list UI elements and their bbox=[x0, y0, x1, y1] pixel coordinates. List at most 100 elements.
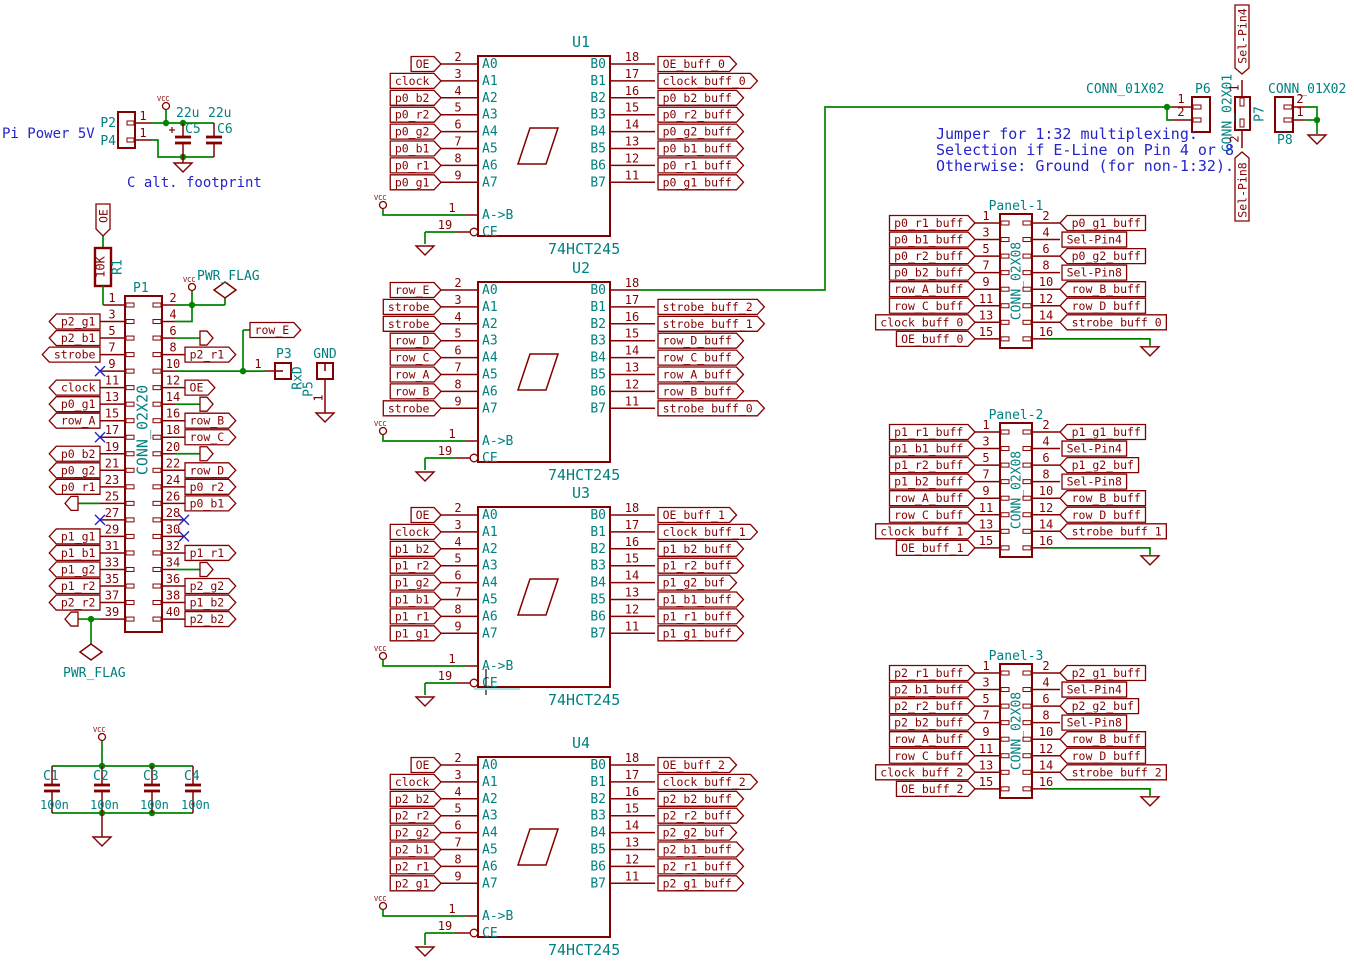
vcc-symbol[interactable] bbox=[380, 428, 387, 435]
empty-global-label[interactable] bbox=[200, 331, 213, 345]
resistor-r1[interactable]: OE10KR1 bbox=[94, 204, 126, 305]
ground-symbol[interactable] bbox=[1308, 135, 1326, 144]
connector-p8[interactable]: CONN_01X02P821 bbox=[1268, 82, 1346, 148]
global-label-text: p0_r1_buff bbox=[663, 158, 732, 172]
global-label-text: row_B bbox=[395, 384, 430, 398]
global-label-text: OE bbox=[190, 381, 204, 395]
note-text: Otherwise: Ground (for non-1:32). bbox=[936, 157, 1234, 175]
pin-number: 12 bbox=[625, 377, 639, 391]
global-label-text: p0_b2_buff bbox=[894, 266, 963, 280]
vcc-symbol[interactable] bbox=[380, 653, 387, 660]
empty-global-label[interactable] bbox=[200, 562, 213, 576]
pin-slot bbox=[153, 551, 161, 555]
empty-global-label[interactable] bbox=[200, 447, 213, 461]
pin-name: A7 bbox=[482, 876, 498, 891]
pin-number: 35 bbox=[105, 572, 119, 586]
pin-slot bbox=[1023, 430, 1031, 434]
ic-u1[interactable]: U174HCT2452A0OE18B0OE_buff_03A1clock17B1… bbox=[374, 33, 757, 258]
connector-panel-2[interactable]: Panel-2CONN_02X081p1_r1_buff2p1_g1_buff3… bbox=[876, 408, 1167, 565]
wire[interactable] bbox=[1048, 789, 1150, 796]
ground-symbol[interactable] bbox=[416, 947, 434, 956]
pin-number: 16 bbox=[1039, 534, 1053, 548]
wire[interactable] bbox=[1048, 548, 1150, 555]
global-label-text: OE_buff_1 bbox=[901, 541, 963, 555]
pin-name: A5 bbox=[482, 593, 498, 608]
ic-u3[interactable]: U374HCT2452A0OE18B0OE_buff_13A1clock17B1… bbox=[374, 484, 757, 709]
schematic-sheet[interactable]: U174HCT2452A0OE18B0OE_buff_03A1clock17B1… bbox=[0, 0, 1354, 969]
pwr-flag-symbol[interactable] bbox=[80, 644, 102, 660]
pin-name: B5 bbox=[590, 843, 606, 858]
pi-power[interactable]: Pi Power 5VC alt. footprintP2P411VCC22u2… bbox=[2, 95, 262, 191]
schematic-canvas[interactable]: U174HCT2452A0OE18B0OE_buff_03A1clock17B1… bbox=[0, 0, 1354, 969]
ground-symbol[interactable] bbox=[93, 837, 111, 846]
pin-number: 8 bbox=[454, 151, 461, 165]
global-label-text: row_B_buff bbox=[1072, 491, 1141, 505]
pin-number: 13 bbox=[979, 517, 993, 531]
connector-p1[interactable]: P1CONN_02X2012VCCPWR_FLAG34p2_g156p2_b17… bbox=[42, 269, 265, 681]
jumper-note[interactable]: Jumper for 1:32 multiplexing:Selection i… bbox=[936, 125, 1234, 175]
ic-u2[interactable]: U274HCT2452A0row_E18B03A1strobe17B1strob… bbox=[374, 259, 764, 484]
pin-slot bbox=[126, 369, 134, 373]
pin-number: 16 bbox=[1039, 775, 1053, 789]
pin-number: 9 bbox=[982, 275, 989, 289]
connector-panel-1[interactable]: Panel-1CONN_02X081p0_r1_buff2p0_g1_buff3… bbox=[876, 199, 1167, 356]
vcc-symbol[interactable] bbox=[380, 202, 387, 209]
pin-number: 9 bbox=[454, 168, 461, 182]
pin-number: 1 bbox=[1296, 105, 1303, 119]
pin-slot bbox=[1023, 787, 1031, 791]
ground-symbol[interactable] bbox=[174, 163, 192, 172]
empty-global-label[interactable] bbox=[65, 496, 78, 510]
ground-symbol[interactable] bbox=[416, 246, 434, 255]
global-label-text: p2_b1 bbox=[395, 843, 430, 857]
connector-panel-3[interactable]: Panel-3CONN_02X081p2_r1_buff2p2_g1_buff3… bbox=[876, 649, 1167, 806]
empty-global-label[interactable] bbox=[200, 397, 213, 411]
global-label-text: OE_buff_1 bbox=[663, 508, 725, 522]
pin-number: 15 bbox=[105, 407, 119, 421]
pin-name: A5 bbox=[482, 142, 498, 157]
vcc-symbol[interactable] bbox=[380, 903, 387, 910]
pin-number: 17 bbox=[625, 67, 639, 81]
ic-u4[interactable]: U474HCT2452A0OE18B0OE_buff_23A1clock17B1… bbox=[374, 734, 757, 959]
ground-symbol[interactable] bbox=[416, 697, 434, 706]
pin-name: A2 bbox=[482, 317, 498, 332]
global-label-text: strobe_buff_2 bbox=[1072, 765, 1162, 779]
connector-body[interactable] bbox=[1275, 97, 1293, 132]
vcc-symbol[interactable] bbox=[189, 284, 196, 291]
global-label-text: p1_b1 bbox=[395, 593, 430, 607]
value: CONN_01X02 bbox=[1086, 82, 1164, 97]
ground-symbol[interactable] bbox=[1141, 347, 1159, 356]
ground-symbol[interactable] bbox=[416, 472, 434, 481]
pin-name: B0 bbox=[590, 758, 606, 773]
wire[interactable] bbox=[1048, 339, 1150, 346]
value: GND bbox=[313, 347, 337, 362]
pin-number: 1 bbox=[254, 357, 261, 371]
pwr-flag-symbol[interactable] bbox=[214, 282, 236, 298]
vcc-symbol[interactable] bbox=[99, 734, 106, 741]
wire[interactable] bbox=[175, 305, 192, 322]
vcc-symbol[interactable] bbox=[163, 103, 170, 110]
connector-p3-p5[interactable]: row_E1P3RxDP5GND1 bbox=[243, 323, 337, 423]
global-label-text: OE_buff_2 bbox=[901, 782, 963, 796]
pin-number: 14 bbox=[625, 118, 639, 132]
ground-symbol[interactable] bbox=[1141, 556, 1159, 565]
pin-name: B4 bbox=[590, 576, 606, 591]
global-label-text: p2_b1 bbox=[61, 331, 96, 345]
pin-number: 40 bbox=[166, 605, 180, 619]
global-label-text: row_D_buff bbox=[1072, 508, 1141, 522]
pin-slot bbox=[1001, 271, 1009, 275]
pin-number: 13 bbox=[105, 390, 119, 404]
empty-global-label[interactable] bbox=[65, 612, 78, 626]
pin-number: 13 bbox=[625, 135, 639, 149]
connector-p7[interactable]: CONN_02X01P712Sel-Pin4Sel-Pin8 bbox=[1221, 5, 1268, 221]
pin-number: 9 bbox=[454, 869, 461, 883]
connector-body[interactable] bbox=[118, 112, 135, 148]
global-label-text: row_B_buff bbox=[1072, 732, 1141, 746]
connector-body[interactable] bbox=[1235, 97, 1250, 130]
pin-number: 4 bbox=[1042, 435, 1049, 449]
pin-number: 11 bbox=[979, 742, 993, 756]
global-label-text: p2_b2_buff bbox=[663, 792, 732, 806]
pin-slot bbox=[1001, 529, 1009, 533]
ground-symbol[interactable] bbox=[1141, 797, 1159, 806]
ground-symbol[interactable] bbox=[316, 413, 334, 422]
decoupling-caps[interactable]: VCCC1100nC2100nC3100nC4100n bbox=[40, 726, 210, 846]
